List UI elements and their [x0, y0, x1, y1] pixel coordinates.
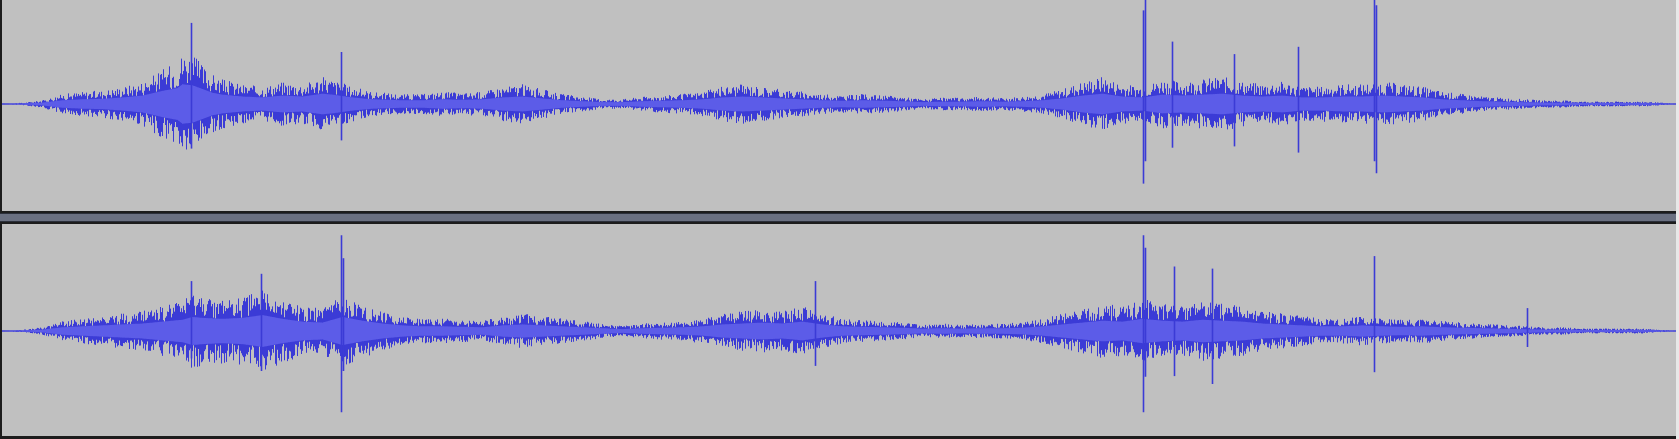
right-channel-waveform-graphic — [2, 235, 1677, 413]
waveform-rms — [5, 315, 1677, 347]
channel-divider[interactable] — [0, 213, 1679, 222]
left-channel-waveform[interactable] — [0, 0, 1679, 213]
left-channel-waveform-graphic — [2, 0, 1677, 184]
audio-track-area[interactable] — [0, 0, 1679, 439]
right-channel-waveform[interactable] — [0, 222, 1679, 439]
